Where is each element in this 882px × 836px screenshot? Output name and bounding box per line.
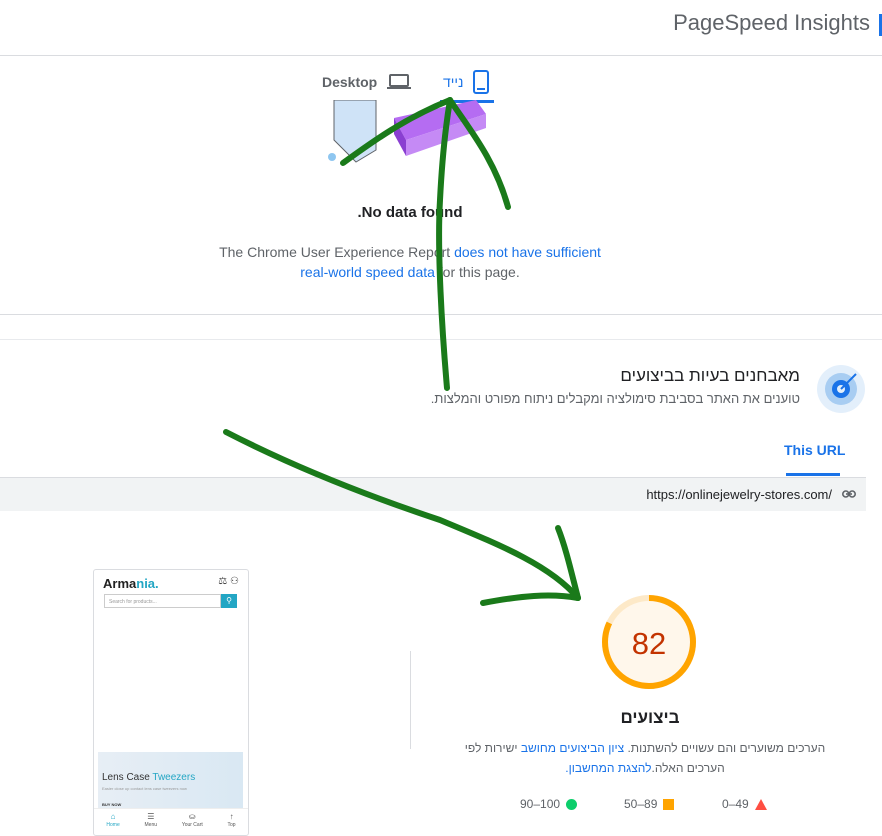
thumbnail-bottom-nav: ⌂ Home ☰ Menu ⛀ Your Cart ↑ Top — [94, 808, 248, 831]
no-data-illustration — [328, 100, 486, 163]
arrow-up-icon: ↑ — [229, 812, 234, 821]
nav-home-label: Home — [106, 822, 120, 828]
legend-good: 90–100 — [520, 797, 578, 811]
legend-average: 50–89 — [624, 797, 675, 811]
legend-poor-label: 0–49 — [722, 797, 749, 811]
nav-cart-label: Your Cart — [181, 822, 203, 828]
nav-top-label: Top — [227, 822, 236, 828]
app-title: PageSpeed Insights — [673, 10, 870, 35]
section-divider — [0, 314, 882, 315]
diagnose-target-icon — [817, 365, 865, 413]
diagnose-subtitle: טוענים את האתר בסביבת סימולציה ומקבלים נ… — [430, 391, 800, 406]
nav-top: ↑ Top — [228, 812, 236, 828]
nav-menu: ☰ Menu — [145, 812, 158, 828]
orange-square-icon — [663, 798, 675, 810]
crux-text-start: The Chrome User Experience Report — [219, 244, 455, 260]
banner-title-main: Lens Case — [102, 772, 153, 783]
score-note: הערכים משוערים והם עשויים להשתנות. ציון … — [455, 738, 835, 778]
annotation-arrow-diagonal — [223, 429, 581, 601]
nav-home: ⌂ Home — [106, 812, 119, 828]
brand-main: Arma — [103, 576, 137, 591]
link-icon — [842, 490, 856, 498]
tab-desktop[interactable]: Desktop — [322, 66, 412, 98]
score-note-text: הערכים משוערים והם עשויים להשתנות. — [624, 741, 826, 755]
banner-cta: BUY NOW — [102, 802, 122, 807]
brand-accent: nia. — [136, 576, 159, 591]
crux-text-end: for this page. — [434, 264, 520, 280]
legend-poor: 0–49 — [722, 797, 767, 811]
crux-message: The Chrome User Experience Report does n… — [210, 242, 610, 282]
banner-title-accent: Tweezers — [152, 772, 196, 783]
header-divider — [0, 55, 882, 56]
performance-label: ביצועים — [620, 708, 680, 727]
section-divider-2 — [0, 339, 882, 340]
mobile-phone-icon — [473, 70, 490, 94]
legend-good-label: 90–100 — [520, 797, 561, 811]
tab-desktop-label: Desktop — [322, 74, 378, 90]
performance-score: 82 — [631, 626, 667, 661]
annotation-arrowhead-bottom — [480, 592, 581, 606]
url-tab-indicator — [786, 473, 840, 476]
cart-user-icons: ⚖ ⚇ — [218, 576, 239, 587]
banner-subtitle: Easier close up contact lens case tweeze… — [102, 786, 187, 791]
diagnose-title: מאבחנים בעיות בביצועים — [620, 366, 800, 385]
calculator-link[interactable]: להצגת המחשבון. — [565, 761, 651, 775]
page-screenshot-thumbnail: Armania. ⚖ ⚇ Search for products... ⚲ Le… — [93, 569, 249, 836]
tab-this-url[interactable]: This URL — [784, 442, 845, 458]
annotation-arrowhead-top — [555, 525, 581, 601]
nav-menu-label: Menu — [144, 822, 158, 828]
vertical-divider — [410, 651, 411, 749]
cart-icon: ⛀ — [188, 812, 196, 821]
banner-title: Lens Case Tweezers — [102, 772, 195, 783]
tab-mobile-label: נייד — [443, 74, 464, 90]
search-icon: ⚲ — [221, 594, 237, 608]
legend-average-label: 50–89 — [624, 797, 658, 811]
thumbnail-banner: Lens Case Tweezers Easier close up conta… — [98, 752, 243, 808]
home-icon: ⌂ — [110, 812, 116, 821]
red-triangle-icon — [754, 798, 767, 810]
analyzed-url[interactable]: https://onlinejewelry-stores.com/ — [646, 487, 832, 502]
green-circle-icon — [566, 798, 578, 810]
nav-cart: ⛀ Your Cart — [182, 812, 203, 828]
score-calculation-link[interactable]: ציון הביצועים מחושב — [521, 741, 624, 755]
site-logo: Armania. — [103, 576, 159, 591]
no-data-title: No data found. — [357, 204, 463, 221]
tab-mobile[interactable]: נייד — [443, 66, 490, 98]
thumbnail-search-input: Search for products... — [104, 594, 221, 608]
laptop-icon — [387, 74, 412, 89]
menu-icon: ☰ — [147, 812, 155, 821]
